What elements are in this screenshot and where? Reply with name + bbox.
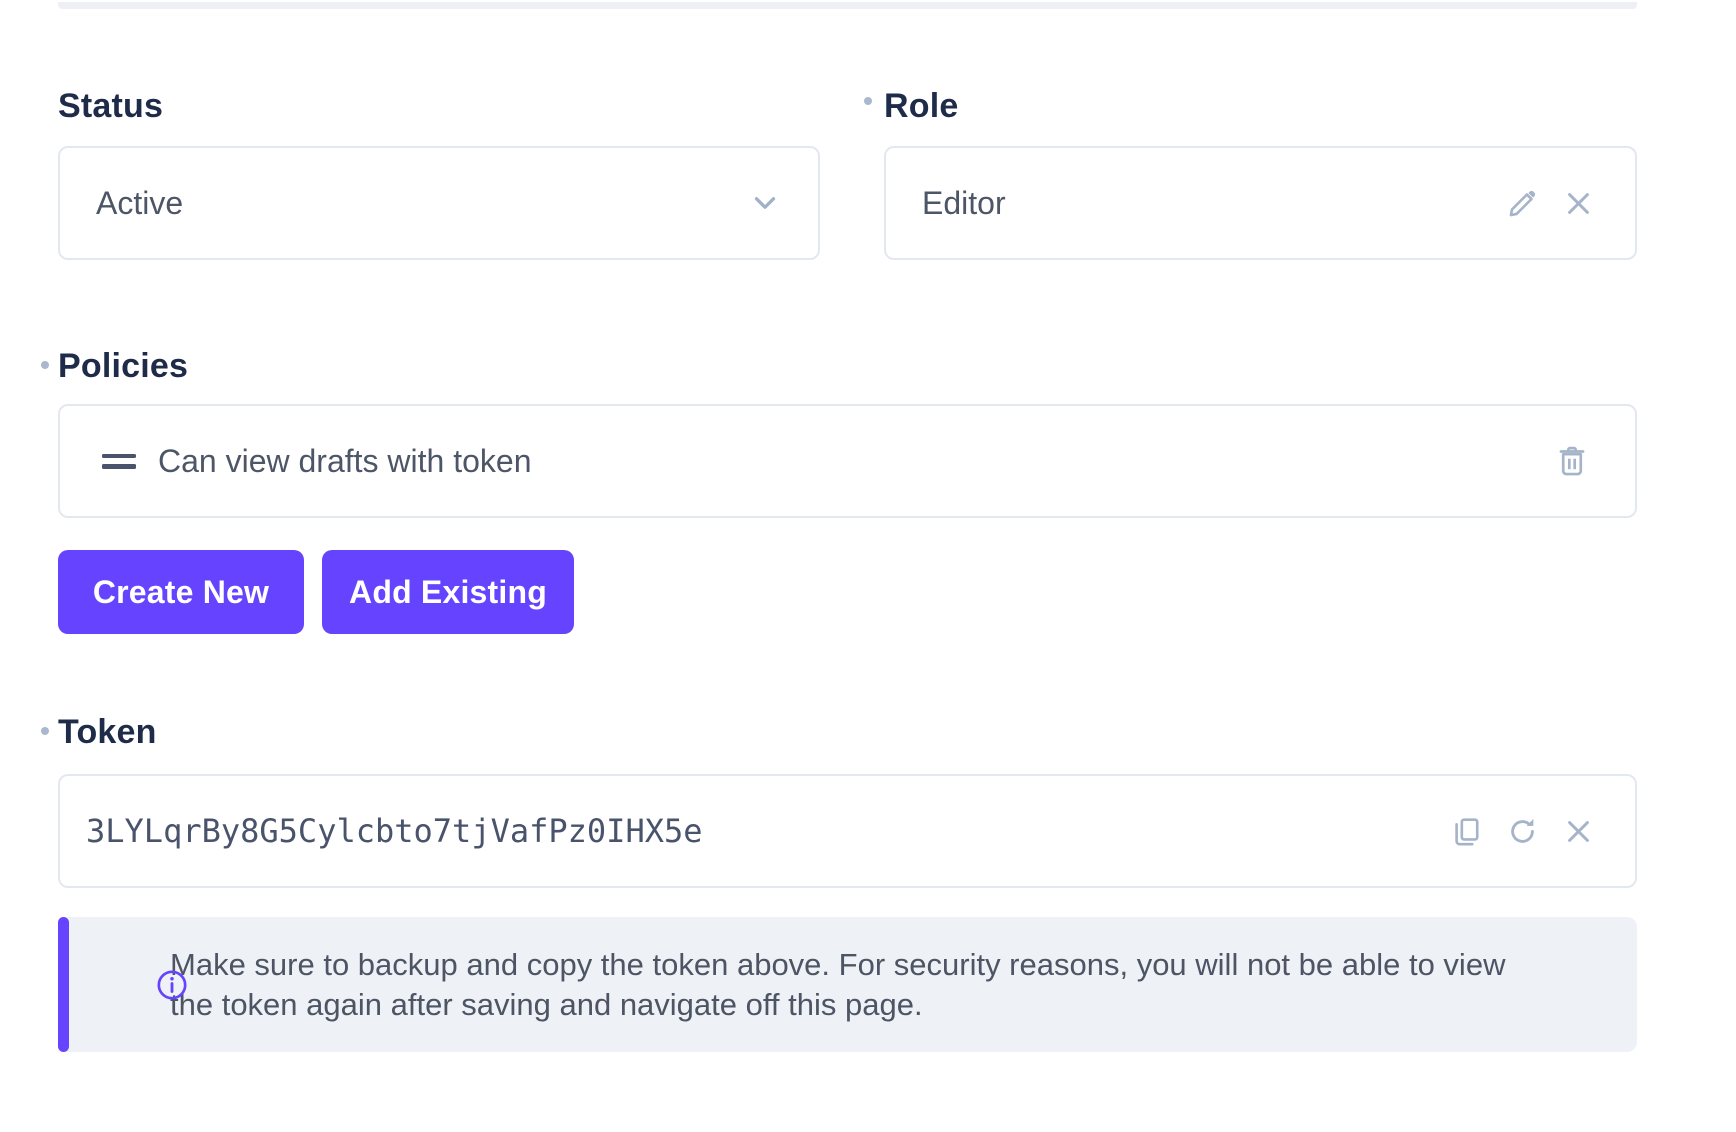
role-field[interactable]: Editor: [884, 146, 1637, 260]
policies-label: Policies: [58, 348, 188, 384]
policy-list-item[interactable]: Can view drafts with token: [58, 404, 1637, 518]
policies-required-dot: [41, 361, 49, 369]
notice-text: Make sure to backup and copy the token a…: [58, 945, 1505, 1025]
token-field[interactable]: 3LYLqrBy8G5Cylcbto7tjVafPz0IHX5e: [58, 774, 1637, 888]
add-existing-button[interactable]: Add Existing: [322, 550, 574, 634]
chevron-down-icon[interactable]: [748, 186, 782, 220]
edit-icon[interactable]: [1506, 187, 1539, 220]
token-value: 3LYLqrBy8G5Cylcbto7tjVafPz0IHX5e: [60, 812, 703, 850]
notice-accent-bar: [58, 917, 69, 1052]
previous-field-edge: [58, 2, 1637, 9]
drag-handle-icon[interactable]: [102, 454, 136, 469]
status-value: Active: [60, 185, 183, 221]
notice-line-1: Make sure to backup and copy the token a…: [170, 945, 1505, 985]
user-detail-form: Status Active Role Editor: [0, 0, 1736, 1132]
regenerate-icon[interactable]: [1506, 815, 1539, 848]
token-required-dot: [41, 727, 49, 735]
token-backup-notice: Make sure to backup and copy the token a…: [58, 917, 1637, 1052]
role-required-dot: [864, 97, 872, 105]
info-icon: [155, 968, 189, 1002]
clear-token-icon[interactable]: [1562, 815, 1595, 848]
copy-icon[interactable]: [1450, 815, 1483, 848]
token-label: Token: [58, 714, 157, 750]
role-value: Editor: [886, 185, 1006, 221]
role-label: Role: [884, 88, 958, 124]
create-new-button[interactable]: Create New: [58, 550, 304, 634]
status-select[interactable]: Active: [58, 146, 820, 260]
delete-policy-icon[interactable]: [1555, 444, 1589, 478]
status-label: Status: [58, 88, 163, 124]
deselect-role-icon[interactable]: [1562, 187, 1595, 220]
notice-line-2: the token again after saving and navigat…: [170, 985, 1505, 1025]
policy-title: Can view drafts with token: [158, 443, 532, 479]
